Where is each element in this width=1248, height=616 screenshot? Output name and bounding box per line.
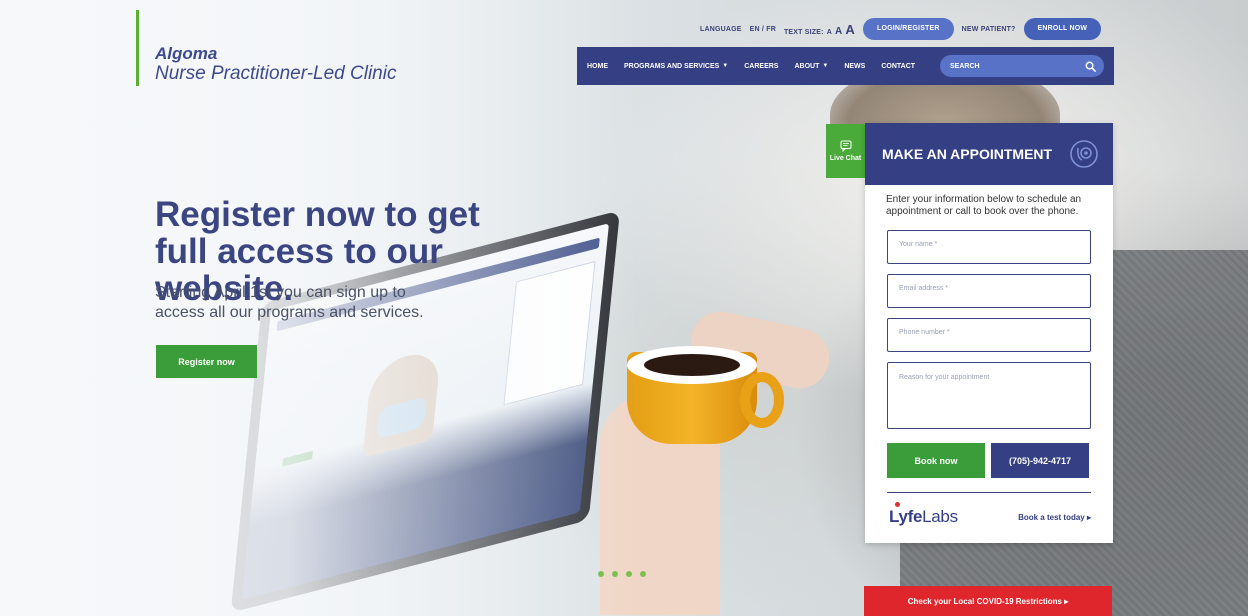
nav-item-careers[interactable]: CAREERS [744,63,778,70]
coffee-cup-handle [740,372,784,428]
new-patient-label: NEW PATIENT? [961,25,1016,33]
nav-item-label: CONTACT [881,62,916,70]
login-register-button[interactable]: LOGIN/REGISTER [862,18,954,40]
appointment-header: MAKE AN APPOINTMENT [865,123,1113,185]
reason-field[interactable]: Reason for your appointment [887,362,1091,429]
carousel-dot[interactable] [598,571,604,577]
brand-line-2: Nurse Practitioner-Led Clinic [155,63,397,84]
book-a-test-link[interactable]: Book a test today ▸ [1018,513,1091,522]
book-now-button[interactable]: Book now [887,443,985,478]
divider [887,492,1091,493]
lifelabs-logo[interactable]: LyfeLabs [889,502,958,527]
language-toggle[interactable]: EN / FR [750,26,776,33]
lifelabs-promo: LyfeLabs Book a test today ▸ [889,502,1091,527]
stethoscope-icon [1070,140,1098,168]
utility-bar: LANGUAGE EN / FR TEXT SIZE: A A A LOGIN/… [700,18,1102,40]
nav-item-label: PROGRAMS AND SERVICES [624,62,720,70]
register-now-button[interactable]: Register now [156,345,257,378]
site-logo[interactable]: Algoma Nurse Practitioner-Led Clinic [155,44,396,85]
hero-subtitle: Starting April 1st you can sign up to ac… [155,284,424,321]
nav-item-about[interactable]: ABOUT ▼ [794,63,828,70]
language-label: LANGUAGE [700,25,742,33]
carousel-dot[interactable] [612,571,618,577]
text-size-control: TEXT SIZE: A A A [784,22,855,37]
appointment-description: Enter your information below to schedule… [886,194,1082,217]
nav-item-label: HOME [587,62,608,70]
text-size-medium[interactable]: A [835,26,842,37]
search-input[interactable]: SEARCH [940,55,1104,77]
email-field[interactable]: Email address * [887,274,1091,308]
nav-item-news[interactable]: NEWS [844,63,865,70]
call-phone-button[interactable]: (705)-942-4717 [991,443,1089,478]
chat-bubble-icon [840,140,851,152]
covid-restrictions-button[interactable]: Check your Local COVID-19 Restrictions ▸ [864,586,1112,616]
brand-accent-line [136,10,139,86]
search-placeholder: SEARCH [950,62,980,70]
enroll-now-button[interactable]: ENROLL NOW [1023,18,1102,40]
carousel-dot[interactable] [626,571,632,577]
phone-field[interactable]: Phone number * [887,318,1091,352]
lifelabs-logo-dot [895,502,900,507]
brand-line-1: Algoma [155,44,218,63]
name-field[interactable]: Your name * [887,230,1091,264]
carousel-dot[interactable] [640,571,646,577]
nav-item-contact[interactable]: CONTACT [881,63,915,70]
coffee-cup-coffee [644,354,740,376]
carousel-dots [598,571,646,577]
lifelabs-logo-part1: Lyfe [889,507,923,526]
caret-down-icon: ▼ [722,63,729,69]
text-size-large[interactable]: A [845,22,855,37]
live-chat-button[interactable]: Live Chat [826,124,865,178]
main-nav: HOME PROGRAMS AND SERVICES ▼ CAREERS ABOU… [577,47,1114,85]
nav-item-label: CAREERS [744,62,779,70]
appointment-title: MAKE AN APPOINTMENT [882,146,1053,162]
nav-item-home[interactable]: HOME [587,63,608,70]
appointment-actions: Book now (705)-942-4717 [887,443,1091,478]
nav-item-programs-and-services[interactable]: PROGRAMS AND SERVICES ▼ [624,63,728,70]
nav-item-label: NEWS [844,62,866,70]
live-chat-label: Live Chat [829,154,862,162]
search-icon[interactable] [1085,61,1096,72]
nav-item-label: ABOUT [794,62,820,70]
appointment-panel: MAKE AN APPOINTMENT Enter your informati… [865,123,1113,543]
lifelabs-logo-part2: Labs [922,507,958,526]
caret-down-icon: ▼ [822,63,829,69]
text-size-small[interactable]: A [827,29,832,36]
text-size-label: TEXT SIZE: [783,28,824,36]
